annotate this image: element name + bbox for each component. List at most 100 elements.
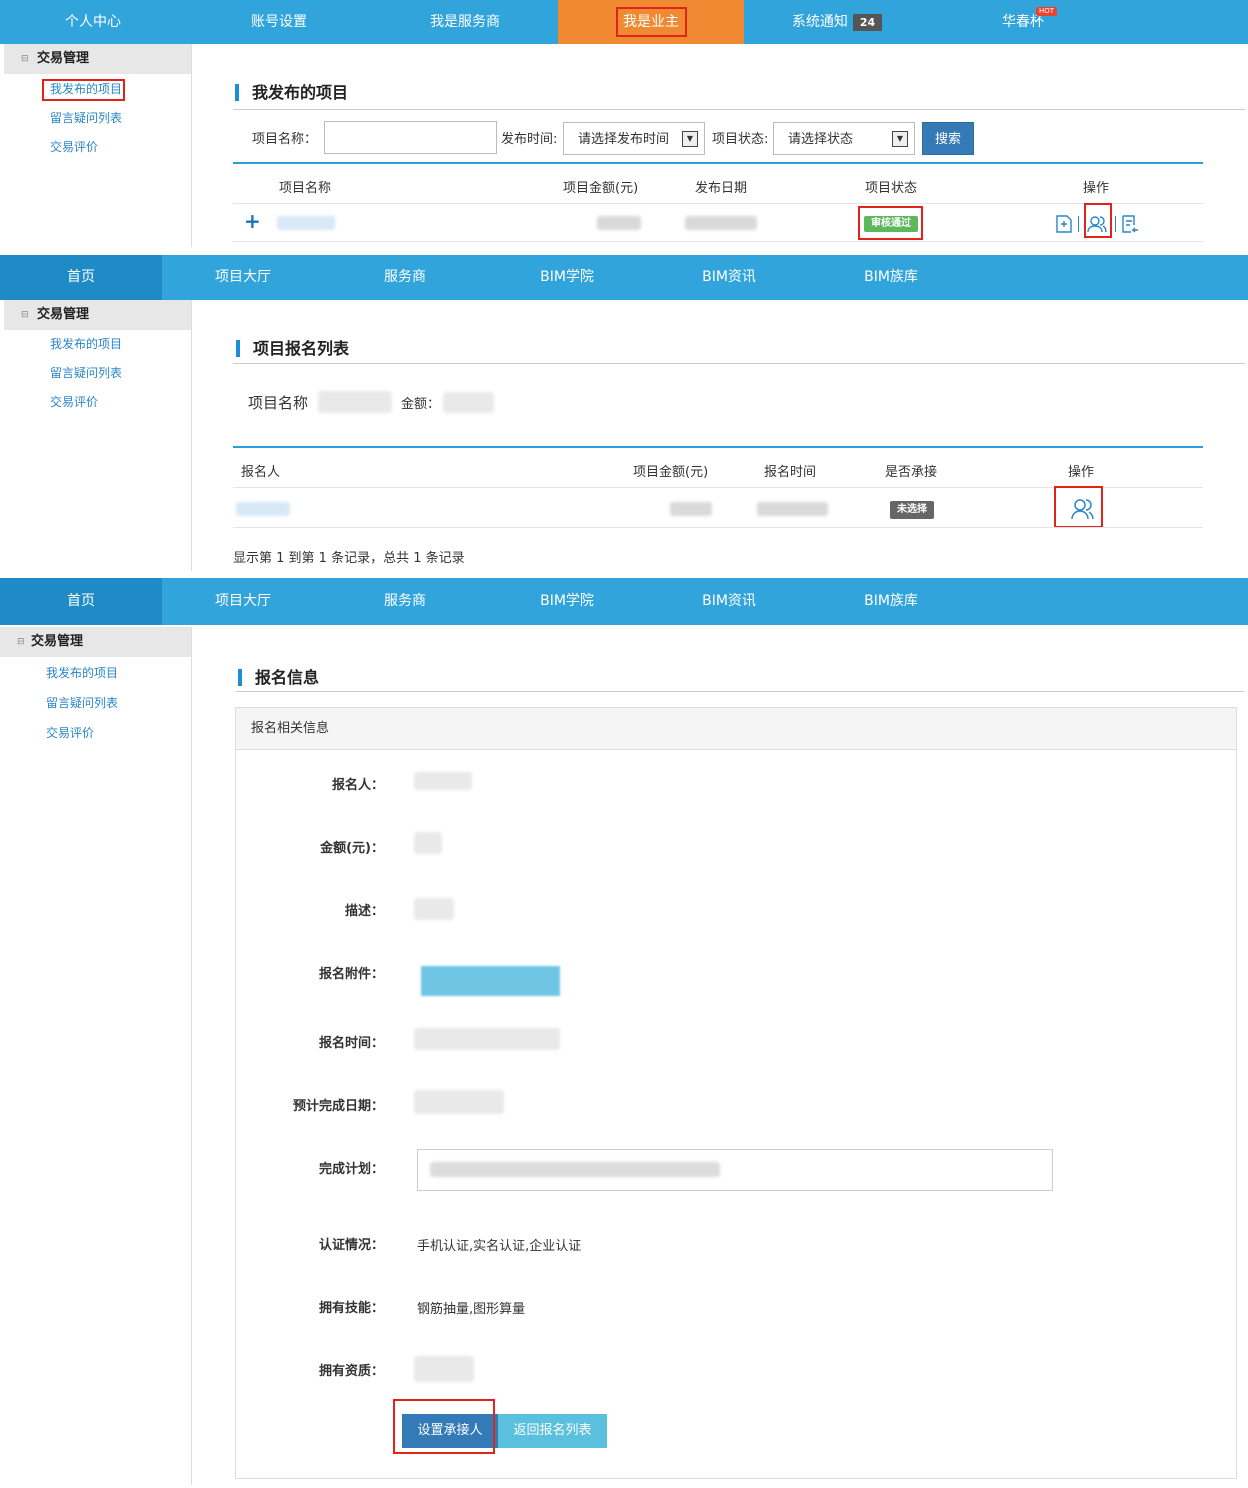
amount-label: 金额：	[401, 397, 441, 412]
sidebar: 交易管理 我发布的项目 留言疑问列表 交易评价	[4, 300, 192, 571]
nav-project-hall[interactable]: 项目大厅	[162, 578, 324, 625]
publish-time-select[interactable]: 请选择发布时间 ▼	[563, 122, 705, 155]
nav-bim-library[interactable]: BIM族库	[810, 255, 972, 300]
sidebar-item-messages[interactable]: 留言疑问列表	[4, 359, 191, 388]
certification-value: 手机认证,实名认证,企业认证	[417, 1239, 582, 1254]
sidebar-item-reviews[interactable]: 交易评价	[0, 718, 191, 748]
top-nav: 个人中心 账号设置 我是服务商 我是业主 系统通知 24 华春杯 HOT	[0, 0, 1248, 44]
filter-status-label: 项目状态:	[712, 132, 769, 147]
edit-icon[interactable]	[1054, 214, 1074, 234]
sidebar-item-my-projects[interactable]: 我发布的项目	[0, 658, 191, 688]
filter-name-label: 项目名称：	[252, 132, 318, 147]
sidebar-item-my-projects[interactable]: 我发布的项目	[4, 75, 191, 104]
project-name-input[interactable]	[324, 121, 497, 154]
field-label-apply-time: 报名时间：	[318, 1036, 384, 1051]
nav-bim-news[interactable]: BIM资讯	[648, 255, 810, 300]
col-publish-date: 发布日期	[695, 181, 748, 196]
redacted-applicant	[414, 772, 472, 790]
redacted-plan-text	[430, 1162, 720, 1177]
redacted-amount	[414, 832, 442, 854]
nav-service-provider[interactable]: 我是服务商	[372, 0, 558, 44]
title-divider	[233, 363, 1245, 364]
chevron-down-icon: ▼	[892, 131, 908, 147]
sidebar: 交易管理 我发布的项目 留言疑问列表 交易评价	[4, 44, 192, 247]
sidebar-item-messages[interactable]: 留言疑问列表	[0, 688, 191, 718]
skills-value: 钢筋抽量,图形算量	[417, 1302, 526, 1317]
document-return-icon[interactable]	[1120, 214, 1140, 234]
plan-textarea[interactable]	[417, 1149, 1053, 1191]
search-button[interactable]: 搜索	[922, 122, 974, 155]
nav-notifications-label: 系统通知	[791, 14, 848, 30]
sidebar-header: 交易管理	[4, 300, 191, 330]
redacted-amount	[443, 392, 494, 413]
nav-providers[interactable]: 服务商	[324, 578, 486, 625]
main-nav: 首页 项目大厅 服务商 BIM学院 BIM资讯 BIM族库	[0, 578, 1248, 625]
sidebar-item-reviews[interactable]: 交易评价	[4, 133, 191, 162]
filter-time-label: 发布时间:	[501, 132, 558, 147]
user-detail-icon[interactable]	[1069, 496, 1095, 522]
redacted-project-name	[318, 391, 392, 413]
sidebar-item-reviews[interactable]: 交易评价	[4, 388, 191, 417]
notification-count-badge: 24	[852, 14, 883, 31]
field-label-amount: 金额(元)：	[320, 841, 384, 856]
sidebar-header: 交易管理	[0, 627, 191, 657]
nav-home[interactable]: 首页	[0, 255, 162, 300]
col-actions: 操作	[1083, 181, 1110, 196]
nav-owner[interactable]: 我是业主	[558, 0, 744, 44]
header-divider	[233, 487, 1203, 488]
row-divider	[233, 241, 1203, 242]
back-to-list-button[interactable]: 返回报名列表	[498, 1414, 607, 1448]
nav-huachun-label: 华春杯	[1002, 14, 1044, 30]
field-label-due-date: 预计完成日期：	[292, 1099, 384, 1114]
table-top-border	[233, 446, 1203, 448]
redacted-amount-cell	[670, 502, 712, 516]
status-select[interactable]: 请选择状态 ▼	[773, 122, 915, 155]
applicants-icon[interactable]	[1086, 213, 1108, 235]
redacted-due-date	[414, 1090, 504, 1114]
redacted-applicant	[236, 502, 290, 516]
project-name-label: 项目名称	[248, 394, 309, 412]
col-actions: 操作	[1068, 465, 1095, 480]
nav-bim-academy[interactable]: BIM学院	[486, 255, 648, 300]
col-apply-time: 报名时间	[764, 465, 817, 480]
redacted-attachment-link[interactable]	[421, 966, 560, 996]
set-contractor-button[interactable]: 设置承接人	[402, 1414, 498, 1448]
col-applicant: 报名人	[241, 465, 281, 480]
sidebar-header: 交易管理	[4, 44, 191, 74]
page-title: 我发布的项目	[235, 84, 348, 101]
nav-bim-academy[interactable]: BIM学院	[486, 578, 648, 625]
col-amount: 项目金额(元)	[633, 465, 709, 480]
status-value: 请选择状态	[788, 132, 854, 147]
sidebar-item-my-projects[interactable]: 我发布的项目	[4, 330, 191, 359]
nav-notifications[interactable]: 系统通知 24	[744, 0, 930, 44]
redacted-time-cell	[757, 502, 828, 516]
col-status: 项目状态	[865, 181, 918, 196]
chevron-down-icon: ▼	[682, 131, 698, 147]
nav-project-hall[interactable]: 项目大厅	[162, 255, 324, 300]
page-title: 项目报名列表	[236, 340, 349, 357]
nav-home[interactable]: 首页	[0, 578, 162, 625]
pagination-info: 显示第 1 到第 1 条记录，总共 1 条记录	[233, 551, 465, 566]
nav-huachun-cup[interactable]: 华春杯 HOT	[930, 0, 1116, 44]
nav-personal-center[interactable]: 个人中心	[0, 0, 186, 44]
nav-bim-news[interactable]: BIM资讯	[648, 578, 810, 625]
sidebar: 交易管理 我发布的项目 留言疑问列表 交易评价	[0, 627, 192, 1485]
field-label-qualification: 拥有资质：	[318, 1364, 384, 1379]
field-label-plan: 完成计划：	[318, 1162, 384, 1177]
redacted-amount	[597, 216, 641, 230]
col-project-name: 项目名称	[279, 181, 332, 196]
nav-account-settings[interactable]: 账号设置	[186, 0, 372, 44]
nav-bim-library[interactable]: BIM族库	[810, 578, 972, 625]
action-separator	[1115, 216, 1116, 232]
main-nav: 首页 项目大厅 服务商 BIM学院 BIM资讯 BIM族库	[0, 255, 1248, 300]
field-label-applicant: 报名人：	[331, 778, 384, 793]
redacted-description	[414, 898, 454, 920]
redacted-apply-time	[414, 1028, 560, 1050]
expand-row-button[interactable]: +	[244, 209, 261, 233]
nav-providers[interactable]: 服务商	[324, 255, 486, 300]
hot-badge: HOT	[1036, 7, 1058, 16]
panel-application-info: 首页 项目大厅 服务商 BIM学院 BIM资讯 BIM族库 交易管理 我发布的项…	[0, 578, 1248, 1488]
sidebar-item-messages[interactable]: 留言疑问列表	[4, 104, 191, 133]
status-badge-unselected: 未选择	[890, 501, 934, 519]
table-top-border	[233, 162, 1203, 164]
